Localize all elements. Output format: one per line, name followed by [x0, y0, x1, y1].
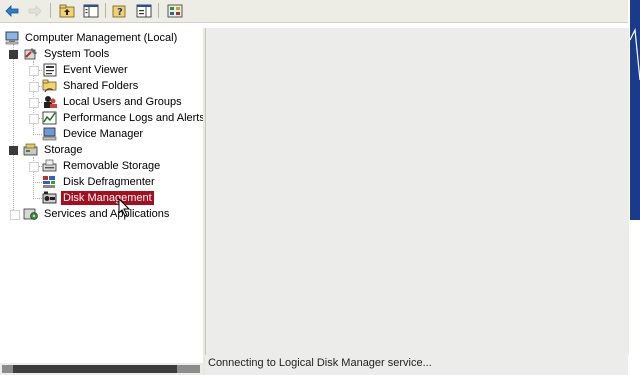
console-tree-icon — [83, 4, 99, 17]
tree-connector — [33, 198, 42, 199]
services-icon — [23, 207, 39, 221]
console-tree[interactable]: Computer Management (Local) System Tools… — [0, 28, 203, 363]
toolbar: ? — [0, 0, 628, 23]
tree-item-label: Local Users and Groups — [63, 96, 182, 108]
details-pane — [205, 28, 629, 355]
tree-item-system-tools[interactable]: System Tools — [23, 46, 111, 62]
tree-item-label: Device Manager — [63, 128, 144, 140]
desktop-graphic — [629, 27, 640, 81]
scrollbar-thumb[interactable] — [13, 365, 177, 373]
event-viewer-icon — [42, 63, 58, 77]
tree-item-label: Computer Management (Local) — [25, 32, 178, 44]
show-hide-tree-button[interactable] — [82, 2, 100, 19]
properties-button[interactable] — [166, 2, 184, 19]
expander-empty — [29, 66, 39, 76]
expander-empty — [29, 98, 39, 108]
tree-connector — [33, 134, 42, 135]
tree-connector — [33, 182, 42, 183]
tree-item-performance-logs[interactable]: Performance Logs and Alerts — [42, 110, 203, 126]
tree-horizontal-scrollbar[interactable] — [0, 363, 203, 375]
tree-item-label: Disk Defragmenter — [63, 176, 155, 188]
tree-item-computer-management[interactable]: Computer Management (Local) — [4, 30, 179, 46]
tree-item-label: Event Viewer — [63, 64, 128, 76]
tree-item-storage[interactable]: Storage — [23, 142, 85, 158]
back-arrow-icon — [5, 4, 19, 17]
svg-text:?: ? — [117, 7, 123, 18]
tree-item-disk-defragmenter[interactable]: Disk Defragmenter — [42, 174, 157, 190]
tree-item-device-manager[interactable]: Device Manager — [42, 126, 145, 142]
tree-item-label: Shared Folders — [63, 80, 139, 92]
tree-item-label: Performance Logs and Alerts — [63, 112, 203, 124]
folder-up-icon — [59, 4, 75, 17]
tree-item-removable-storage[interactable]: Removable Storage — [42, 158, 162, 174]
removable-storage-icon — [42, 159, 58, 173]
tools-icon — [23, 47, 39, 61]
collapse-toggle[interactable] — [9, 50, 18, 59]
tree-item-local-users[interactable]: Local Users and Groups — [42, 94, 184, 110]
computer-icon — [4, 31, 20, 45]
tree-item-label: Storage — [44, 144, 83, 156]
action-pane-button[interactable] — [135, 2, 153, 19]
collapse-toggle[interactable] — [9, 146, 18, 155]
storage-icon — [23, 143, 39, 157]
expander-empty — [29, 114, 39, 124]
help-button[interactable]: ? — [111, 2, 129, 19]
disk-management-icon — [42, 191, 58, 205]
users-icon — [42, 95, 58, 109]
forward-arrow-icon — [28, 4, 42, 17]
up-one-level-button[interactable] — [58, 2, 76, 19]
tree-connector — [13, 44, 14, 214]
forward-button[interactable] — [26, 2, 44, 19]
mouse-cursor-icon — [118, 198, 131, 217]
tree-item-services-applications[interactable]: Services and Applications — [23, 206, 171, 222]
tree-item-event-viewer[interactable]: Event Viewer — [42, 62, 130, 78]
toolbar-separator — [105, 3, 106, 18]
shared-folder-icon — [42, 79, 58, 93]
tree-item-label: Removable Storage — [63, 160, 161, 172]
performance-icon — [42, 111, 58, 125]
expander-empty — [29, 162, 39, 172]
device-manager-icon — [42, 127, 58, 141]
help-icon: ? — [112, 5, 126, 18]
toolbar-separator — [158, 3, 159, 18]
status-bar: Connecting to Logical Disk Manager servi… — [205, 355, 628, 375]
back-button[interactable] — [3, 2, 21, 19]
tree-item-label: Disk Management — [61, 191, 154, 205]
expander-empty — [10, 210, 20, 220]
status-text: Connecting to Logical Disk Manager servi… — [208, 357, 432, 369]
tree-item-shared-folders[interactable]: Shared Folders — [42, 78, 140, 94]
tree-item-label: Services and Applications — [44, 208, 170, 220]
desktop-background — [629, 0, 640, 220]
expander-empty — [29, 82, 39, 92]
defragmenter-icon — [42, 175, 58, 189]
action-pane-icon — [136, 4, 152, 17]
tree-item-disk-management[interactable]: Disk Management — [42, 190, 154, 206]
tree-item-label: System Tools — [44, 48, 110, 60]
toolbar-separator — [50, 3, 51, 18]
properties-icon — [167, 4, 183, 17]
